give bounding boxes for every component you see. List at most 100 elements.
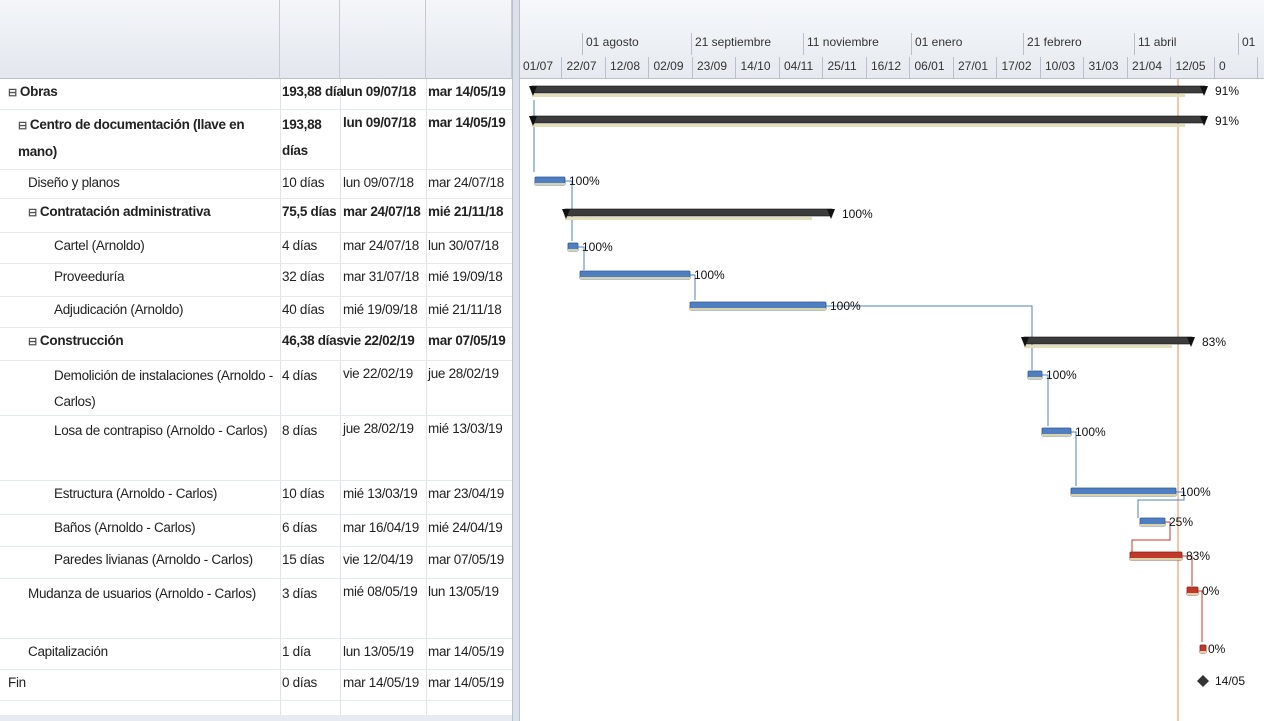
header-duration-column[interactable] [280,0,340,79]
task-finish[interactable]: mié 13/03/19 [428,416,512,442]
task-name[interactable]: ⊟ Construcción [28,328,280,355]
task-start[interactable]: lun 09/07/18 [343,110,426,136]
horizontal-scrollbar[interactable] [0,715,512,721]
header-start-column[interactable] [340,0,426,79]
task-name[interactable]: Cartel (Arnoldo) [54,233,280,259]
baseline-bar [1024,345,1172,348]
task-name[interactable]: Estructura (Arnoldo - Carlos) [54,481,280,507]
minus-box-icon[interactable]: ⊟ [8,87,17,99]
baseline-bar [580,277,690,279]
task-duration[interactable]: 75,5 días [282,199,340,225]
task-duration[interactable]: 4 días [282,233,340,259]
task-name[interactable]: ⊟ Obras [8,79,280,106]
task-finish[interactable]: mar 14/05/19 [428,639,512,665]
task-start[interactable]: mar 16/04/19 [343,515,426,541]
task-row[interactable]: Paredes livianas (Arnoldo - Carlos) 15 dí… [0,547,512,579]
task-duration[interactable]: 1 día [282,639,340,665]
task-row[interactable]: ⊟ Construcción 46,38 días vie 22/02/19 mar 0… [0,328,512,361]
summary-bar[interactable] [564,208,833,217]
task-duration[interactable]: 4 días [282,361,340,389]
task-name-text: Losa de contrapiso (Arnoldo - Carlos) [54,423,268,438]
task-finish[interactable]: mar 14/05/19 [428,110,512,136]
header-finish-column[interactable] [426,0,512,79]
task-finish[interactable]: jue 28/02/19 [428,361,512,387]
task-row[interactable]: Demolición de instalaciones (Arnoldo - C… [0,361,512,416]
task-duration[interactable]: 46,38 días [282,328,344,354]
task-finish[interactable]: mié 19/09/18 [428,264,512,290]
task-finish[interactable]: lun 13/05/19 [428,579,512,605]
task-row[interactable]: Losa de contrapiso (Arnoldo - Carlos) 8 d… [0,416,512,481]
task-duration[interactable]: 0 días [282,670,340,696]
task-start[interactable]: mar 24/07/18 [343,233,426,259]
task-duration[interactable]: 15 días [282,547,340,573]
task-start[interactable]: mar 31/07/18 [343,264,426,290]
task-row[interactable]: Mudanza de usuarios (Arnoldo - Carlos) 3 … [0,579,512,639]
summary-bar[interactable] [531,115,1206,124]
task-name[interactable]: Demolición de instalaciones (Arnoldo - C… [54,361,280,415]
task-name[interactable]: Adjudicación (Arnoldo) [54,297,280,323]
task-row[interactable]: Diseño y planos 10 días lun 09/07/18 mar 24… [0,170,512,199]
task-finish[interactable]: lun 30/07/18 [428,233,512,259]
task-duration[interactable]: 8 días [282,416,340,444]
task-start[interactable]: lun 09/07/18 [343,170,426,196]
task-name[interactable]: Capitalización [28,639,280,665]
task-duration[interactable]: 10 días [282,481,340,507]
task-start[interactable]: vie 12/04/19 [343,547,426,573]
task-name[interactable]: ⊟ Contratación administrativa [28,199,280,226]
task-name-text: Centro de documentación (llave en mano) [18,117,245,159]
minus-box-icon[interactable]: ⊟ [28,336,37,348]
task-finish[interactable]: mar 23/04/19 [428,481,512,507]
task-finish[interactable]: mié 21/11/18 [428,199,512,225]
task-finish[interactable]: mar 14/05/19 [428,79,512,105]
task-duration[interactable]: 32 días [282,264,340,290]
pane-splitter[interactable] [512,0,520,721]
task-duration[interactable]: 40 días [282,297,340,323]
header-name-column[interactable] [0,0,280,79]
task-row[interactable]: Proveeduría 32 días mar 31/07/18 mié 19/09/… [0,264,512,297]
task-finish[interactable]: mar 07/05/19 [428,547,512,573]
task-row[interactable]: Adjudicación (Arnoldo) 40 días mié 19/09/1… [0,297,512,328]
task-row[interactable]: Capitalización 1 día lun 13/05/19 mar 14/05… [0,639,512,670]
task-start[interactable]: vie 22/02/19 [343,361,426,387]
task-duration[interactable]: 10 días [282,170,340,196]
task-start[interactable]: mié 19/09/18 [343,297,426,323]
task-duration[interactable]: 6 días [282,515,340,541]
minus-box-icon[interactable]: ⊟ [28,207,37,219]
task-start[interactable]: mié 13/03/19 [343,481,426,507]
task-name[interactable]: Diseño y planos [28,170,280,196]
task-start[interactable]: mar 24/07/18 [343,199,426,225]
task-row[interactable]: Fin 0 días mar 14/05/19 mar 14/05/19 [0,670,512,701]
task-name[interactable]: ⊟ Centro de documentación (llave en mano) [18,110,280,165]
minus-box-icon[interactable]: ⊟ [18,120,27,132]
task-row[interactable]: Estructura (Arnoldo - Carlos) 10 días mié … [0,481,512,515]
task-name[interactable]: Losa de contrapiso (Arnoldo - Carlos) [54,416,280,444]
task-name[interactable]: Baños (Arnoldo - Carlos) [54,515,280,541]
task-duration[interactable]: 3 días [282,579,340,607]
task-finish[interactable]: mar 14/05/19 [428,670,512,696]
task-row[interactable]: ⊟ Centro de documentación (llave en mano)… [0,110,512,170]
task-duration[interactable]: 193,88 día [282,79,344,105]
task-start[interactable]: jue 28/02/19 [343,416,426,442]
task-row[interactable]: ⊟ Contratación administrativa 75,5 días mar… [0,199,512,233]
task-start[interactable]: mié 08/05/19 [343,579,426,605]
task-finish[interactable]: mié 24/04/19 [428,515,512,541]
task-row[interactable]: Cartel (Arnoldo) 4 días mar 24/07/18 lun 30… [0,233,512,264]
task-name[interactable]: Fin [8,670,280,696]
task-row[interactable]: Baños (Arnoldo - Carlos) 6 días mar 16/04/… [0,515,512,547]
task-finish[interactable]: mar 24/07/18 [428,170,512,196]
task-name[interactable]: Paredes livianas (Arnoldo - Carlos) [54,547,280,573]
summary-bar[interactable] [1023,336,1193,345]
task-name[interactable]: Proveeduría [54,264,280,290]
task-duration[interactable]: 193,88 días [282,110,340,164]
task-name[interactable]: Mudanza de usuarios (Arnoldo - Carlos) [28,579,280,607]
task-start[interactable]: lun 13/05/19 [343,639,426,665]
task-start[interactable]: mar 14/05/19 [343,670,426,696]
task-row[interactable]: ⊟ Obras 193,88 día lun 09/07/18 mar 14/05/19 [0,79,512,110]
task-start[interactable]: vie 22/02/19 [343,328,426,354]
diamond-icon[interactable] [1197,675,1209,687]
task-finish[interactable]: mar 07/05/19 [428,328,512,354]
task-finish[interactable]: mié 21/11/18 [428,297,512,323]
task-start[interactable]: lun 09/07/18 [343,79,426,105]
percent-complete-label: 100% [1075,425,1106,439]
summary-bar[interactable] [531,85,1206,94]
